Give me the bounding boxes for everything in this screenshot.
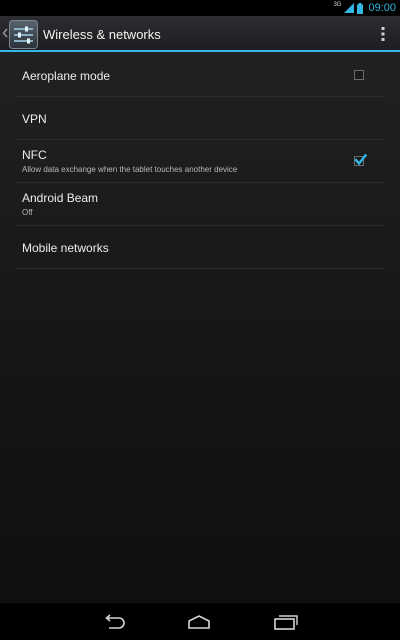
settings-content: Aeroplane mode VPN NFC Allow data exchan… (0, 52, 400, 603)
pref-nfc[interactable]: NFC Allow data exchange when the tablet … (16, 140, 384, 183)
status-bar: 3G 09:00 (0, 0, 400, 16)
network-type-label: 3G (333, 2, 342, 8)
pref-aeroplane-mode[interactable]: Aeroplane mode (16, 54, 384, 97)
up-caret-icon[interactable] (2, 28, 8, 38)
back-icon[interactable] (101, 614, 127, 630)
home-icon[interactable] (186, 614, 212, 630)
status-icons: 3G 09:00 (333, 0, 396, 16)
checkmark-icon (354, 153, 367, 166)
pref-vpn[interactable]: VPN (16, 97, 384, 140)
pref-summary: Allow data exchange when the tablet touc… (22, 165, 238, 174)
settings-sliders-icon[interactable] (9, 20, 38, 49)
pref-summary: Off (22, 208, 33, 217)
pref-title: NFC (22, 148, 47, 162)
aeroplane-mode-checkbox[interactable] (354, 70, 364, 80)
page-title: Wireless & networks (43, 27, 161, 42)
navigation-bar (0, 603, 400, 640)
preference-list: Aeroplane mode VPN NFC Allow data exchan… (16, 54, 384, 269)
recent-apps-icon[interactable] (273, 614, 299, 630)
pref-title: Android Beam (22, 191, 99, 205)
nfc-checkbox[interactable] (354, 153, 367, 166)
pref-android-beam[interactable]: Android Beam Off (16, 183, 384, 226)
action-bar: Wireless & networks (0, 16, 400, 52)
pref-title: Mobile networks (22, 241, 109, 255)
pref-mobile-networks[interactable]: Mobile networks (16, 226, 384, 269)
pref-title: Aeroplane mode (22, 69, 111, 83)
pref-title: VPN (22, 112, 47, 126)
clock: 09:00 (368, 2, 396, 14)
battery-icon (357, 2, 364, 14)
signal-icon (344, 3, 355, 13)
overflow-menu-icon[interactable] (380, 26, 386, 42)
